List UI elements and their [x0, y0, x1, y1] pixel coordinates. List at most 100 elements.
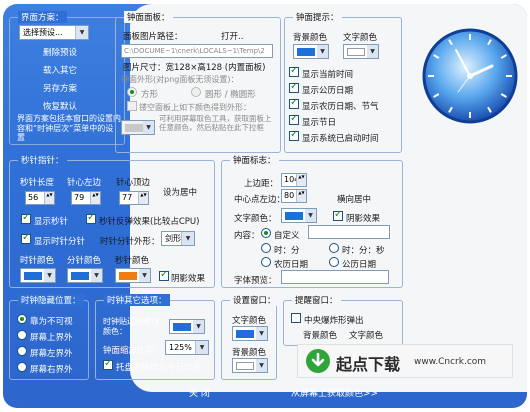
shape-square-radio[interactable] [127, 87, 137, 97]
second-color-select[interactable] [115, 268, 151, 283]
second-color-label: 秒针颜色 [115, 256, 150, 266]
mark-center-left-label: 中心点左边： [234, 195, 286, 205]
center-popup-checkbox[interactable] [291, 313, 301, 323]
settings-bg-swatch [236, 362, 254, 370]
h-center-button[interactable]: 横向居中 [337, 193, 371, 205]
hint-opt-3-checkbox[interactable] [289, 113, 299, 125]
show-hour-minute-label: 显示时针分针 [34, 237, 86, 247]
pick-screen-color-button[interactable]: 从屏幕上获取颜色>> [291, 386, 378, 399]
save-as-button[interactable]: 另存方案 [43, 82, 77, 94]
hint-bg-swatch [297, 48, 315, 56]
hidden-opt-1-label: 屏幕上界外 [30, 333, 73, 343]
hour-color-select[interactable] [20, 268, 56, 283]
dropper-label: 镂空面板上如下颜色得到外形： [139, 103, 251, 112]
mark-lunar-label: 农历日期 [274, 260, 309, 270]
mark-shadow-label: 阴影效果 [346, 214, 381, 224]
second-reverse-checkbox[interactable] [86, 212, 96, 224]
hands-shadow-checkbox[interactable] [159, 269, 169, 281]
mark-custom-radio[interactable] [261, 228, 271, 238]
tray-tip-label: 托盘图标提示今日信息 [116, 363, 202, 373]
clock-panel-title: 钟面面板： [124, 11, 173, 23]
mark-text-color-label: 文字颜色： [234, 214, 277, 224]
load-other-button[interactable]: 载入其它 [43, 64, 77, 76]
hint-opt-3-label: 显示节日 [302, 118, 337, 128]
settings-window: 界面方案： 选择预设... 删除预设 载入其它 另存方案 恢复默认 界面方案包括… [3, 4, 527, 408]
second-hand-title: 秒针指针： [18, 154, 67, 166]
hidden-opt-3-radio[interactable] [17, 362, 27, 372]
hint-opt-0-label: 显示当前时间 [302, 70, 354, 80]
show-hour-minute-checkbox[interactable] [21, 232, 31, 244]
watermark-url: www.Cncrk.com [414, 357, 487, 367]
scheme-select[interactable]: 选择预设... [19, 25, 89, 40]
hint-opt-4-label: 显示系统已启动时间 [302, 134, 379, 144]
hint-opt-2-label: 显示农历日期、节气 [302, 102, 379, 112]
hm-shape-select[interactable]: 剑形 [161, 231, 195, 246]
hand-length-input[interactable]: 56 [25, 191, 55, 205]
mark-top-input[interactable]: 104 [281, 173, 307, 187]
mark-center-left-input[interactable]: 80 [281, 189, 307, 203]
mark-custom-label: 自定义 [274, 231, 300, 241]
mark-hm-radio[interactable] [261, 243, 271, 253]
hidden-opt-0-label: 靠为不可视 [30, 317, 73, 327]
show-second-checkbox[interactable] [21, 212, 31, 224]
hidden-opt-0-radio[interactable] [17, 314, 27, 324]
restore-default-button[interactable]: 恢复默认 [43, 100, 77, 112]
hidden-opt-1-radio[interactable] [17, 330, 27, 340]
minute-color-swatch [71, 272, 89, 280]
minute-color-select[interactable] [67, 268, 103, 283]
mark-hms-radio[interactable] [329, 243, 339, 253]
mark-lunar-radio[interactable] [261, 257, 271, 267]
font-preview-box[interactable] [281, 270, 389, 284]
watermark: 起点下载 www.Cncrk.com [297, 344, 513, 378]
other-options-title: 时钟其它选项： [104, 294, 170, 306]
hidden-opt-2-radio[interactable] [17, 346, 27, 356]
settings-bg-color-select[interactable] [232, 358, 268, 373]
hint-opt-1-label: 显示公历日期 [302, 86, 354, 96]
delete-preset-button[interactable]: 删除预设 [43, 46, 77, 58]
mark-custom-input[interactable] [308, 225, 390, 239]
center-button[interactable]: 设为居中 [163, 186, 197, 198]
mark-hm-label: 时：分 [274, 246, 300, 256]
scheme-title: 界面方案： [18, 11, 67, 23]
shape-label: 钟面外形(对png面板无须设置)： [121, 75, 239, 84]
center-popup-label: 中央爆炸形弹出 [304, 316, 364, 326]
scheme-note: 界面方案包括本窗口的设置内容和“时钟层次”菜单中的设置 [17, 114, 121, 142]
mark-text-color-select[interactable] [281, 208, 317, 223]
hidden-opt-3-label: 屏幕右界外 [30, 365, 73, 375]
dropper-note: 可利用屏幕取色工具，获取面板上任意颜色，然后粘贴在此下拉框 [159, 114, 272, 132]
hand-top-input[interactable]: 77 [119, 191, 149, 205]
shape-round-radio[interactable] [191, 87, 201, 97]
hint-opt-1-checkbox[interactable] [289, 81, 299, 93]
mark-hms-label: 时：分：秒 [342, 246, 385, 256]
shape-round-label: 圆形 / 椭圆形 [205, 90, 256, 100]
settings-text-color-label: 文字颜色 [232, 316, 267, 326]
clock-preview [422, 28, 518, 124]
settings-window-title: 设置窗口： [230, 294, 279, 306]
mark-solar-radio[interactable] [329, 257, 339, 267]
hint-opt-0-checkbox[interactable] [289, 65, 299, 77]
hand-left-input[interactable]: 79 [71, 191, 101, 205]
zoom-select[interactable]: 125% [165, 340, 209, 355]
auto-hide-line-color-select[interactable] [169, 319, 205, 334]
dropper-color-select[interactable] [121, 120, 155, 135]
mark-text-color-swatch [285, 212, 303, 220]
hidden-opt-2-label: 屏幕左界外 [30, 349, 73, 359]
shape-square-label: 方形 [141, 90, 159, 100]
mark-solar-label: 公历日期 [342, 260, 377, 270]
watermark-brand: 起点下载 [336, 355, 401, 374]
hint-bg-color-select[interactable] [293, 44, 329, 59]
image-path-field[interactable]: C:\DOCUME~1\cnerk\LOCALS~1\Temp\2 [121, 44, 273, 58]
hint-text-color-select[interactable] [343, 44, 379, 59]
hint-opt-4-checkbox[interactable] [289, 129, 299, 141]
hand-left-label: 针心左边 [67, 178, 102, 188]
close-button[interactable]: 关 闭 [189, 386, 210, 399]
dropper-checkbox[interactable] [127, 101, 137, 111]
hand-top-label: 针心顶边 [116, 178, 151, 188]
mark-shadow-checkbox[interactable] [333, 209, 343, 221]
mark-top-label: 上边距： [244, 179, 279, 189]
tray-tip-checkbox[interactable] [103, 358, 113, 370]
hidden-position-title: 时钟隐藏位置： [18, 294, 84, 306]
open-button[interactable]: 打开.. [221, 30, 243, 42]
settings-text-color-select[interactable] [232, 326, 268, 341]
hint-opt-2-checkbox[interactable] [289, 97, 299, 109]
